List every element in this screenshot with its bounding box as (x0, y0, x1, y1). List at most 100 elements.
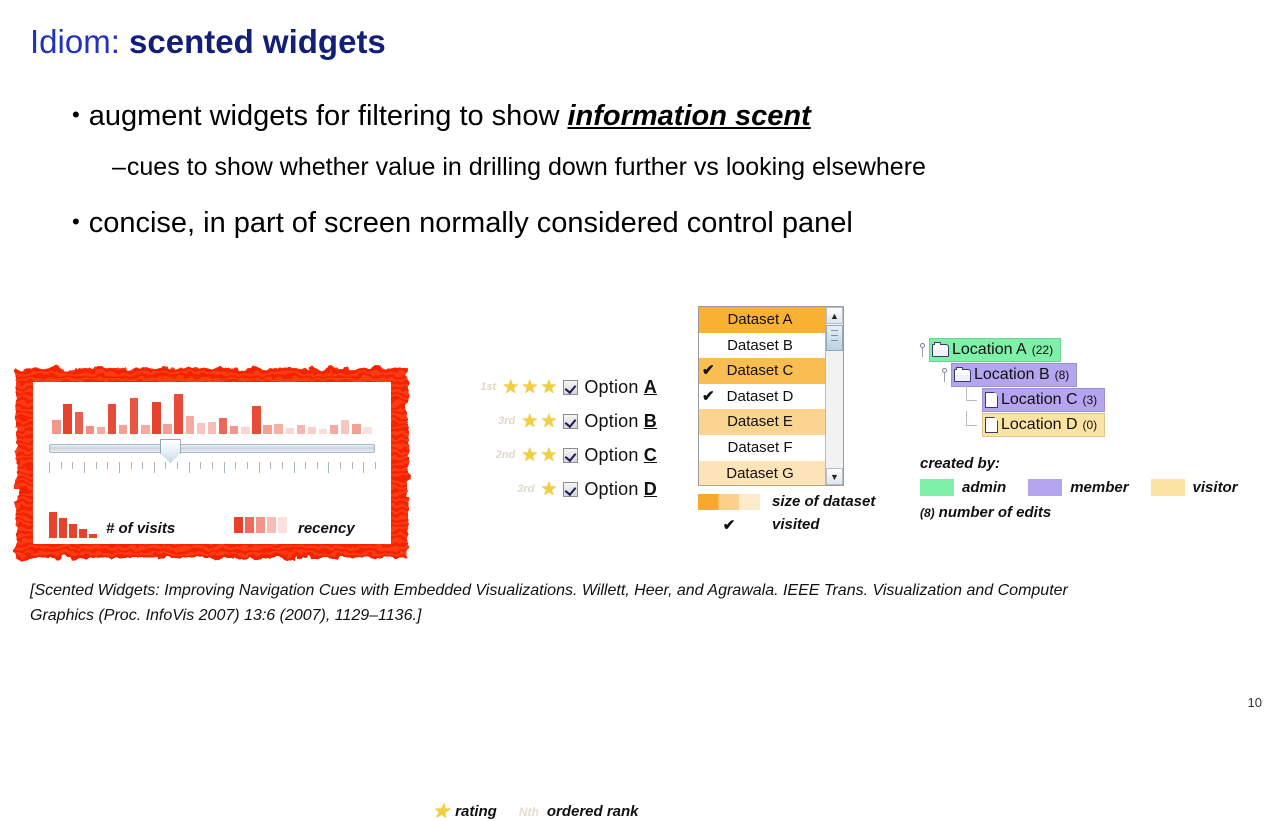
dataset-name: Dataset B (727, 336, 793, 354)
tick-mark (235, 462, 237, 469)
dataset-list-item[interactable]: Dataset F (699, 435, 825, 461)
dataset-listbox-widget[interactable]: Dataset A Dataset B ✔ Dataset C ✔ Dataset D Da… (698, 306, 844, 487)
star-widget-legend: ★ rating Nth ordered rank (432, 802, 639, 821)
option-checkbox[interactable] (563, 447, 579, 463)
tree-node[interactable]: Location A (22) (916, 338, 1062, 362)
visited-legend-label: visited (772, 516, 820, 533)
dataset-legend: size of dataset ✔ visited (698, 490, 875, 536)
dataset-list-item[interactable]: Dataset G (699, 460, 825, 487)
visitor-label: visitor (1192, 478, 1238, 496)
star-icon: ★ (502, 376, 520, 398)
tick-mark (142, 462, 144, 469)
option-accesskey-letter: D (643, 478, 657, 499)
histogram-bar (74, 412, 83, 434)
tree-legend-swatch-row: admin member visitor (920, 475, 1260, 499)
histogram-bar (163, 424, 172, 434)
tick-mark (153, 462, 155, 473)
histogram-bar (274, 424, 283, 434)
slider-track[interactable] (49, 444, 375, 453)
tick-mark (258, 462, 260, 473)
slider-tick-marks (49, 462, 376, 474)
option-checkbox[interactable] (563, 379, 579, 395)
tree-node-chip[interactable]: Location D (0) (982, 413, 1106, 437)
tick-mark (118, 462, 120, 473)
document-icon (985, 392, 998, 408)
option-accesskey-letter: C (643, 444, 657, 465)
dataset-list-item[interactable]: Dataset A (699, 307, 825, 333)
histogram-bar (107, 404, 117, 434)
dataset-list-item[interactable]: ✔ Dataset D (699, 384, 825, 410)
dataset-visited-legend-row: ✔ visited (698, 513, 875, 536)
histogram-bar (241, 427, 250, 434)
recency-legend-bar (256, 517, 265, 533)
recency-legend-bar (234, 517, 243, 533)
dataset-rows: Dataset A Dataset B ✔ Dataset C ✔ Dataset D Da… (699, 307, 825, 487)
option-accesskey-letter: B (643, 410, 657, 431)
option-checkbox[interactable] (563, 413, 579, 429)
tick-mark (270, 462, 272, 469)
option-label[interactable]: Option C (584, 445, 657, 466)
check-icon: ✔ (722, 516, 736, 534)
footer-divider (0, 685, 1280, 686)
star-icon: ★ (540, 478, 558, 500)
star-rating-row: 3rd ★ ★ Option B (498, 406, 657, 436)
slider-thumb[interactable] (159, 439, 181, 463)
rank-label: 3rd (517, 483, 535, 495)
star-rating-row: 3rd ★ Option D (517, 474, 657, 504)
tree-node[interactable]: Location C (3) (960, 386, 1106, 412)
histogram-bar (52, 420, 61, 434)
recency-legend-label: recency (298, 520, 355, 537)
tick-mark (200, 462, 202, 469)
histogram-slider-widget: # of visits recency (16, 368, 408, 558)
star-icon: ★ (521, 376, 539, 398)
tick-mark (351, 462, 353, 469)
star-icon: ★ (540, 376, 558, 398)
scroll-up-arrow-icon[interactable]: ▲ (826, 307, 843, 324)
tree-node-chip[interactable]: Location B (8) (951, 363, 1078, 387)
tree-node-edit-count: (0) (1082, 418, 1098, 432)
histogram-bar (218, 418, 228, 434)
star-icon: ★ (521, 444, 539, 466)
tree-node-edit-count: (22) (1031, 343, 1054, 357)
star-icon: ★ (433, 801, 450, 821)
tick-mark (130, 462, 132, 469)
tree-connector-line (960, 386, 982, 410)
title-emphasis: scented widgets (129, 23, 386, 60)
tick-mark (177, 462, 179, 469)
tree-node-label: Location C (1001, 391, 1078, 408)
option-checkbox[interactable] (563, 481, 579, 497)
visits-legend-bar (59, 518, 67, 538)
visits-legend-bar (79, 529, 87, 538)
visits-legend-bar (69, 524, 77, 538)
rank-label: 2nd (495, 449, 516, 461)
visits-legend-label: # of visits (106, 520, 176, 537)
listbox-scrollbar[interactable]: ▲ ▼ (825, 307, 843, 485)
tree-expand-handle-icon[interactable] (938, 365, 951, 385)
rank-label: 1st (480, 381, 497, 393)
histogram-bar (263, 425, 272, 434)
option-label[interactable]: Option A (584, 377, 657, 398)
tree-node[interactable]: Location B (8) (938, 363, 1078, 387)
recency-legend-bar (278, 517, 287, 533)
visits-legend-bars (49, 512, 97, 538)
dataset-list-item[interactable]: Dataset B (699, 333, 825, 359)
tree-node-chip[interactable]: Location A (22) (929, 338, 1062, 362)
tick-mark (328, 462, 330, 473)
scroll-down-arrow-icon[interactable]: ▼ (826, 468, 843, 485)
tree-node[interactable]: Location D (0) (960, 411, 1106, 437)
histogram-bar (152, 402, 161, 434)
tick-mark (293, 462, 295, 473)
dataset-list-item[interactable]: ✔ Dataset C (699, 358, 825, 384)
page-number: 10 (1247, 695, 1262, 710)
bullet-item-1-sub: –cues to show whether value in drilling … (112, 152, 926, 182)
edits-legend-row: (8) number of edits (920, 499, 1260, 521)
dataset-list-item[interactable]: Dataset E (699, 409, 825, 435)
histogram-bar (185, 416, 194, 434)
scrollbar-thumb[interactable] (826, 325, 843, 351)
star-icon: ★ (540, 410, 558, 432)
tick-mark (223, 462, 225, 473)
option-label[interactable]: Option B (584, 411, 657, 432)
tree-expand-handle-icon[interactable] (916, 340, 929, 360)
tree-node-chip[interactable]: Location C (3) (982, 388, 1106, 412)
option-label[interactable]: Option D (584, 479, 657, 500)
